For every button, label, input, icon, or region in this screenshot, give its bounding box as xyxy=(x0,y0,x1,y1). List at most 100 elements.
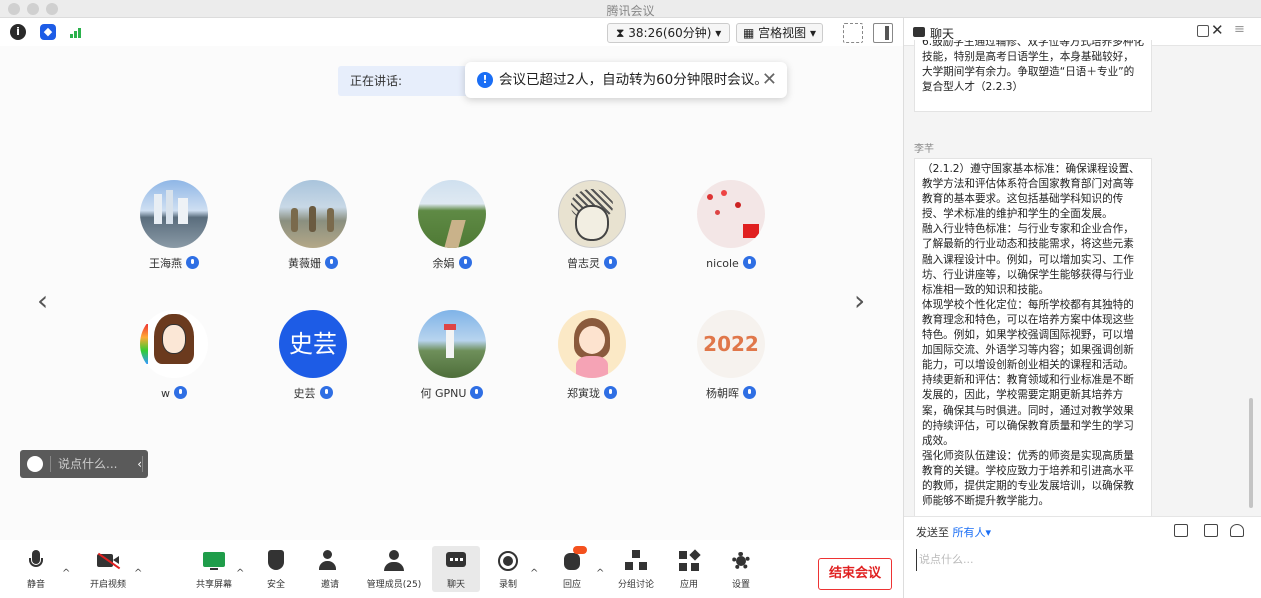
participant-avatar xyxy=(558,310,626,378)
participant-avatar xyxy=(418,180,486,248)
chat-message: （2.1.2）遵守国家基本标准：确保课程设置、教学方法和评估体系符合国家教育部门… xyxy=(914,158,1152,518)
share-screen-icon xyxy=(203,550,225,572)
mic-icon xyxy=(604,386,617,399)
participant-tile[interactable]: 曾志灵 xyxy=(527,180,657,270)
toast-message: 会议已超过2人，自动转为60分钟限时会议。 xyxy=(499,72,768,88)
add-user-icon xyxy=(319,550,341,572)
video-grid-stage: 正在讲话: ! 会议已超过2人，自动转为60分钟限时会议。 ✕ ‹ › 王海燕 … xyxy=(0,46,903,544)
title-bar: 腾讯会议 xyxy=(0,0,1261,18)
shield-icon[interactable]: ◆ xyxy=(40,24,56,40)
video-off-icon xyxy=(97,550,121,572)
manage-members-button[interactable]: 管理成员(25) xyxy=(364,546,424,590)
invite-button[interactable]: 邀请 xyxy=(306,546,354,590)
record-button[interactable]: 录制 xyxy=(484,546,532,590)
screenshot-icon[interactable] xyxy=(1204,524,1218,537)
mic-icon xyxy=(470,386,484,399)
apps-button[interactable]: 应用 xyxy=(665,546,713,590)
participant-avatar xyxy=(418,310,486,378)
settings-button[interactable]: 设置 xyxy=(717,546,765,590)
participant-tile[interactable]: 2022 杨朝晖 xyxy=(666,310,796,400)
collapse-icon[interactable]: ‹ xyxy=(137,450,142,478)
hand-icon xyxy=(561,546,587,572)
share-screen-button[interactable]: 共享屏幕 xyxy=(190,546,238,590)
mic-icon xyxy=(743,386,756,399)
participant-avatar xyxy=(558,180,626,248)
record-options-caret[interactable]: ^ xyxy=(530,568,538,579)
emoji-icon[interactable] xyxy=(27,456,43,472)
participant-avatar xyxy=(140,310,208,378)
microphone-icon xyxy=(25,550,47,572)
user-icon[interactable] xyxy=(1230,524,1244,537)
meeting-bottom-toolbar: 静音 ^ 开启视频 ^ 共享屏幕 ^ 安全 邀请 管理成员(25) 聊天 录制 … xyxy=(0,540,903,598)
file-icon[interactable] xyxy=(1174,524,1188,537)
popout-icon[interactable] xyxy=(1197,25,1209,37)
breakout-icon xyxy=(625,550,647,572)
participant-tile[interactable]: 郑寅珑 xyxy=(527,310,657,400)
close-icon[interactable]: ✕ xyxy=(1211,21,1224,39)
participant-avatar xyxy=(140,180,208,248)
grid-icon: ▦ xyxy=(743,26,759,40)
mute-button[interactable]: 静音 xyxy=(12,546,60,590)
mic-icon xyxy=(742,256,756,269)
end-meeting-button[interactable]: 结束会议 xyxy=(818,558,892,590)
chat-button[interactable]: 聊天 xyxy=(432,546,480,592)
share-options-caret[interactable]: ^ xyxy=(236,568,244,579)
view-mode-button[interactable]: ▦ 宫格视图 ▾ xyxy=(736,23,824,43)
chat-panel: 聊天 ✕ ≡ 6.鼓励学生通过辅修、双学位等方式培养多种化技能，特别是高考日语学… xyxy=(903,18,1261,598)
react-options-caret[interactable]: ^ xyxy=(596,568,604,579)
window-title: 腾讯会议 xyxy=(606,4,655,18)
info-icon[interactable]: i xyxy=(10,24,26,40)
participant-avatar xyxy=(279,180,347,248)
participant-tile[interactable]: nicole xyxy=(666,180,796,270)
hourglass-icon: ⧗ xyxy=(616,26,629,40)
menu-icon[interactable]: ≡ xyxy=(1234,22,1245,37)
mic-icon xyxy=(458,256,472,269)
security-button[interactable]: 安全 xyxy=(252,546,300,590)
mic-icon xyxy=(319,386,333,399)
quick-chat-input[interactable]: 说点什么... ‹ xyxy=(20,450,148,478)
prev-page-arrow[interactable]: ‹ xyxy=(37,284,48,317)
chat-composer: 发送至 所有人▾ 说点什么... xyxy=(904,516,1261,598)
chat-message: 6.鼓励学生通过辅修、双学位等方式培养多种化技能，特别是高考日语学生，本身基础较… xyxy=(914,40,1152,112)
mic-icon xyxy=(174,386,187,399)
message-sender: 李芊 xyxy=(914,144,934,155)
record-icon xyxy=(497,550,519,572)
react-button[interactable]: 回应 xyxy=(548,546,596,590)
send-to-selector[interactable]: 发送至 所有人▾ xyxy=(916,524,991,540)
mute-options-caret[interactable]: ^ xyxy=(62,568,70,579)
mic-icon xyxy=(325,256,338,269)
next-page-arrow[interactable]: › xyxy=(854,284,865,317)
gear-icon xyxy=(730,550,752,572)
shield-icon xyxy=(265,550,287,572)
participant-avatar: 2022 xyxy=(697,310,765,378)
mic-icon xyxy=(604,256,617,269)
chat-icon xyxy=(445,550,467,572)
chat-message-input[interactable]: 说点什么... xyxy=(916,549,1246,571)
signal-icon[interactable] xyxy=(70,26,84,38)
chevron-down-icon: ▾ xyxy=(806,26,817,40)
apps-icon xyxy=(678,549,701,572)
mic-icon xyxy=(186,256,199,269)
meeting-limit-toast: ! 会议已超过2人，自动转为60分钟限时会议。 ✕ xyxy=(465,62,787,98)
close-icon[interactable]: ✕ xyxy=(762,62,777,98)
fullscreen-button[interactable] xyxy=(843,23,863,43)
participant-tile[interactable]: 史芸 史芸 xyxy=(248,310,378,400)
chevron-down-icon: ▾ xyxy=(711,26,722,40)
toggle-panel-button[interactable] xyxy=(873,23,893,43)
info-icon: ! xyxy=(477,72,493,88)
participant-tile[interactable]: 余娟 xyxy=(387,180,517,270)
participant-tile[interactable]: w xyxy=(109,310,239,400)
participant-tile[interactable]: 黄薇姗 xyxy=(248,180,378,270)
meeting-timer-button[interactable]: ⧗ 38:26(60分钟) ▾ xyxy=(607,23,731,43)
participant-tile[interactable]: 何 GPNU xyxy=(387,310,517,400)
chat-scrollbar[interactable] xyxy=(1249,398,1253,508)
participant-avatar xyxy=(697,180,765,248)
breakout-rooms-button[interactable]: 分组讨论 xyxy=(612,546,660,590)
start-video-button[interactable]: 开启视频 xyxy=(84,546,132,590)
participant-avatar: 史芸 xyxy=(279,310,347,378)
members-icon xyxy=(383,550,405,572)
video-options-caret[interactable]: ^ xyxy=(134,568,142,579)
participant-tile[interactable]: 王海燕 xyxy=(109,180,239,270)
chat-icon xyxy=(913,27,925,37)
meeting-top-toolbar: i ◆ ⧗ 38:26(60分钟) ▾ ▦ 宫格视图 ▾ xyxy=(0,20,903,46)
